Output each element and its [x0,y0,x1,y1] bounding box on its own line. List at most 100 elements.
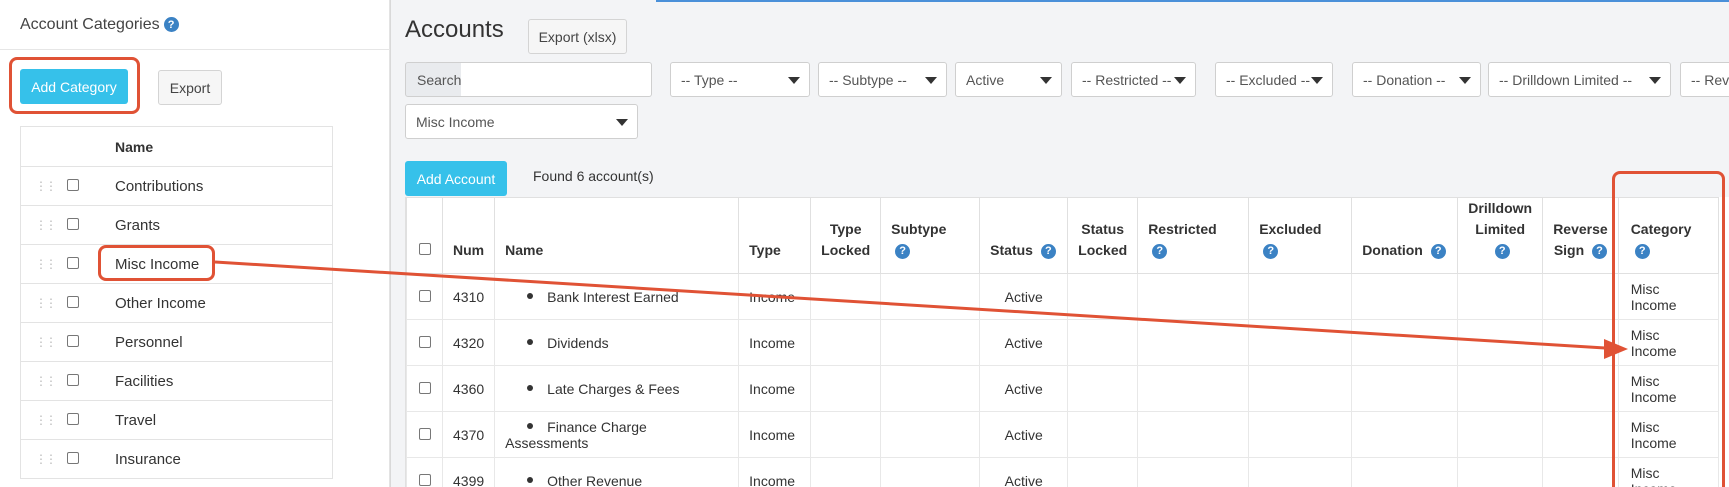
row-checkbox[interactable] [67,412,79,425]
num-column-header[interactable]: Num [441,197,496,274]
type-locked-column-header[interactable]: Type Locked [810,197,882,274]
category-row[interactable]: ⋮⋮ Facilities [21,362,332,401]
help-icon[interactable]: ? [895,243,911,259]
account-row[interactable]: 4320 Dividends Income Active Misc Income [406,319,1719,366]
help-icon[interactable]: ? [1152,243,1168,259]
bullet-icon [527,476,534,483]
row-checkbox[interactable] [67,295,79,308]
account-row[interactable]: 4370 Finance Charge Assessments Income Acti… [406,411,1719,458]
status-select[interactable]: Active [955,62,1062,97]
name-column-header[interactable]: Name [494,197,740,274]
status-header-label: Status [990,242,1033,258]
row-checkbox-cell [406,457,443,487]
drilldown-cell [1457,411,1544,458]
drilldown-column-header[interactable]: Drilldown Limited ? [1457,197,1544,274]
excluded-column-header[interactable]: Excluded ? [1248,197,1353,274]
type-select[interactable]: -- Type -- [670,62,810,97]
add-account-button[interactable]: Add Account [405,161,507,196]
account-row[interactable]: 4399Other RevenueIncomeActiveMisc Income [406,457,1719,487]
row-checkbox[interactable] [418,335,431,348]
drag-handle-icon[interactable]: ⋮⋮ [21,257,57,271]
chevron-down-icon [1649,77,1661,84]
drag-handle-icon[interactable]: ⋮⋮ [21,179,57,193]
help-icon[interactable]: ? [163,17,179,32]
category-name[interactable]: Facilities [115,373,173,390]
row-checkbox[interactable] [67,217,79,230]
category-column-highlight [1612,171,1725,487]
help-icon[interactable]: ? [1430,243,1446,259]
category-row[interactable]: ⋮⋮ Contributions [21,167,332,206]
account-type: Income [738,319,812,366]
excluded-select[interactable]: -- Excluded -- [1215,62,1333,97]
donation-column-header[interactable]: Donation ? [1351,197,1459,274]
name-header-label: Name [505,242,544,258]
account-name-cell[interactable]: Bank Interest Earned [494,273,740,320]
reverse-sign-cell [1542,319,1619,366]
search-input[interactable] [461,62,652,97]
drag-handle-icon[interactable]: ⋮⋮ [21,413,57,427]
row-checkbox[interactable] [67,451,79,464]
help-icon[interactable]: ? [1494,243,1510,259]
category-name[interactable]: Grants [115,217,160,234]
row-checkbox[interactable] [418,427,431,440]
reverse-sign-column-header[interactable]: Reverse Sign ? [1542,197,1619,274]
category-row[interactable]: ⋮⋮ Personnel [21,323,332,362]
category-name[interactable]: Insurance [115,451,181,468]
select-all-checkbox[interactable] [418,243,431,255]
drag-handle-icon[interactable]: ⋮⋮ [21,452,57,466]
row-checkbox[interactable] [67,334,79,347]
status-column-header[interactable]: Status ? [979,197,1069,274]
category-name[interactable]: Personnel [115,334,183,351]
help-icon[interactable]: ? [1040,243,1056,259]
restricted-select-value: -- Restricted -- [1082,71,1172,88]
drag-handle-icon[interactable]: ⋮⋮ [21,296,57,310]
drag-handle-icon[interactable]: ⋮⋮ [21,218,57,232]
account-num: 4399 [441,457,496,487]
row-checkbox[interactable] [67,256,79,269]
drag-handle-icon[interactable]: ⋮⋮ [21,335,57,349]
search-label: Search [405,62,462,97]
bullet-icon [527,422,534,429]
drilldown-select[interactable]: -- Drilldown Limited -- [1488,62,1671,97]
category-row[interactable]: ⋮⋮ Grants [21,206,332,245]
account-row[interactable]: 4360 Late Charges & Fees Income Active Misc … [406,365,1719,412]
category-name[interactable]: Contributions [115,178,203,195]
status-locked-cell [1067,457,1139,487]
row-checkbox[interactable] [418,289,431,302]
restricted-select[interactable]: -- Restricted -- [1071,62,1196,97]
status-locked-column-header[interactable]: Status Locked [1067,197,1139,274]
restricted-cell [1137,273,1250,320]
category-name[interactable]: Other Income [115,295,206,312]
type-column-header[interactable]: Type [738,197,812,274]
category-name[interactable]: Travel [115,412,156,429]
category-select[interactable]: Misc Income [405,104,638,139]
account-name-cell[interactable]: Late Charges & Fees [494,365,740,412]
account-num: 4370 [441,411,496,458]
export-xlsx-button[interactable]: Export (xlsx) [528,19,627,54]
account-row[interactable]: 4310 Bank Interest Earned Income Active Misc… [406,273,1719,320]
chevron-down-icon [1311,77,1323,84]
row-checkbox[interactable] [418,381,431,394]
row-checkbox[interactable] [67,178,79,191]
row-checkbox[interactable] [67,373,79,386]
subtype-select[interactable]: -- Subtype -- [818,62,947,97]
category-row[interactable]: ⋮⋮ Insurance [21,440,332,479]
reverse-select[interactable]: -- Rev [1680,62,1729,97]
row-checkbox[interactable] [418,473,431,486]
restricted-column-header[interactable]: Restricted ? [1137,197,1250,274]
top-accent-line [656,0,1729,2]
drag-handle-icon[interactable]: ⋮⋮ [21,374,57,388]
export-categories-button[interactable]: Export [158,70,222,105]
account-name-cell[interactable]: Other Revenue [494,457,740,487]
category-row[interactable]: ⋮⋮ Travel [21,401,332,440]
help-icon[interactable]: ? [1592,243,1608,259]
account-name-cell[interactable]: Finance Charge Assessments [494,411,740,458]
category-row[interactable]: ⋮⋮ Other Income [21,284,332,323]
help-icon[interactable]: ? [1263,243,1279,259]
account-name-cell[interactable]: Dividends [494,319,740,366]
donation-cell [1351,273,1459,320]
donation-select[interactable]: -- Donation -- [1352,62,1481,97]
donation-header-label: Donation [1362,242,1423,258]
misc-income-highlight [98,245,215,281]
subtype-column-header[interactable]: Subtype ? [880,197,981,274]
